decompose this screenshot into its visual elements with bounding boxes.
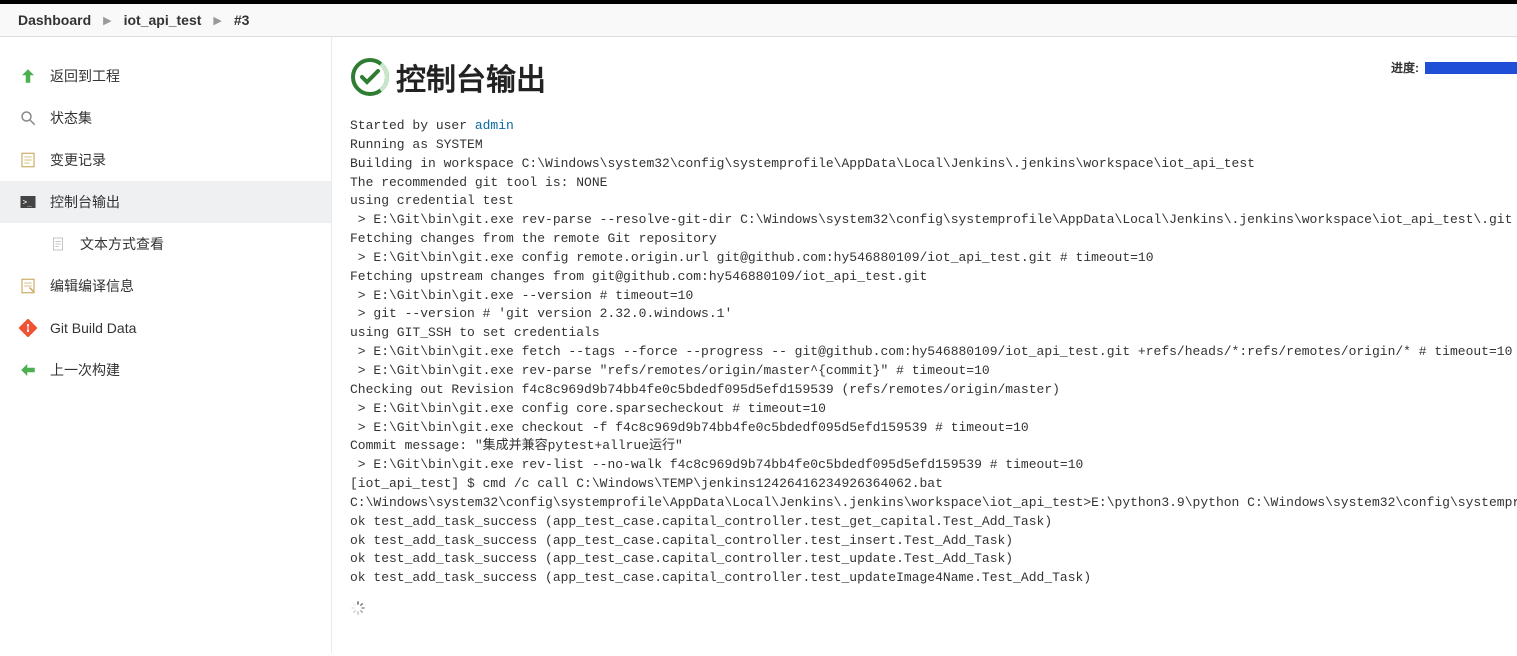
sidebar-edit-build-info[interactable]: 编辑编译信息 [0, 265, 331, 307]
progress-bar[interactable] [1425, 62, 1517, 74]
search-icon [18, 108, 38, 128]
console-output: Started by user adminRunning as SYSTEMBu… [350, 117, 1499, 588]
main-content: 进度: 控制台输出 Started by user adminRunning a… [332, 37, 1517, 653]
progress-label: 进度: [1391, 59, 1419, 76]
user-link[interactable]: admin [475, 118, 514, 133]
sidebar-item-label: 上一次构建 [50, 360, 120, 380]
breadcrumb-project[interactable]: iot_api_test [124, 12, 202, 28]
svg-text:>_: >_ [23, 197, 33, 206]
notepad-icon [18, 276, 38, 296]
sidebar-back-to-project[interactable]: 返回到工程 [0, 55, 331, 97]
breadcrumb-dashboard[interactable]: Dashboard [18, 12, 91, 28]
document-icon [48, 234, 68, 254]
sidebar-changes[interactable]: 变更记录 [0, 139, 331, 181]
up-arrow-icon [18, 66, 38, 86]
sidebar-status[interactable]: 状态集 [0, 97, 331, 139]
notepad-icon [18, 150, 38, 170]
sidebar-item-label: 返回到工程 [50, 66, 120, 86]
left-arrow-icon [18, 360, 38, 380]
breadcrumb-separator: ▶ [213, 14, 221, 27]
sidebar-item-label: Git Build Data [50, 320, 136, 336]
sidebar-text-view[interactable]: 文本方式查看 [0, 223, 331, 265]
loading-spinner-icon [350, 600, 366, 616]
success-icon [350, 57, 390, 97]
sidebar-item-label: 文本方式查看 [80, 234, 164, 254]
sidebar-item-label: 控制台输出 [50, 192, 120, 212]
sidebar-previous-build[interactable]: 上一次构建 [0, 349, 331, 391]
terminal-icon: >_ [18, 192, 38, 212]
sidebar-item-label: 编辑编译信息 [50, 276, 134, 296]
sidebar-git-build-data[interactable]: Git Build Data [0, 307, 331, 349]
breadcrumb: Dashboard ▶ iot_api_test ▶ #3 [0, 4, 1517, 37]
git-icon [18, 318, 38, 338]
page-title: 控制台输出 [396, 55, 546, 99]
layout: 返回到工程 状态集 变更记录 >_ 控制台输出 文本方式查看 [0, 37, 1517, 653]
progress-area: 进度: [1391, 59, 1517, 76]
sidebar-item-label: 变更记录 [50, 150, 106, 170]
breadcrumb-build[interactable]: #3 [234, 12, 250, 28]
sidebar-item-label: 状态集 [50, 108, 92, 128]
sidebar: 返回到工程 状态集 变更记录 >_ 控制台输出 文本方式查看 [0, 37, 332, 653]
sidebar-console-output[interactable]: >_ 控制台输出 [0, 181, 331, 223]
breadcrumb-separator: ▶ [103, 14, 111, 27]
page-header: 控制台输出 [350, 55, 1499, 99]
